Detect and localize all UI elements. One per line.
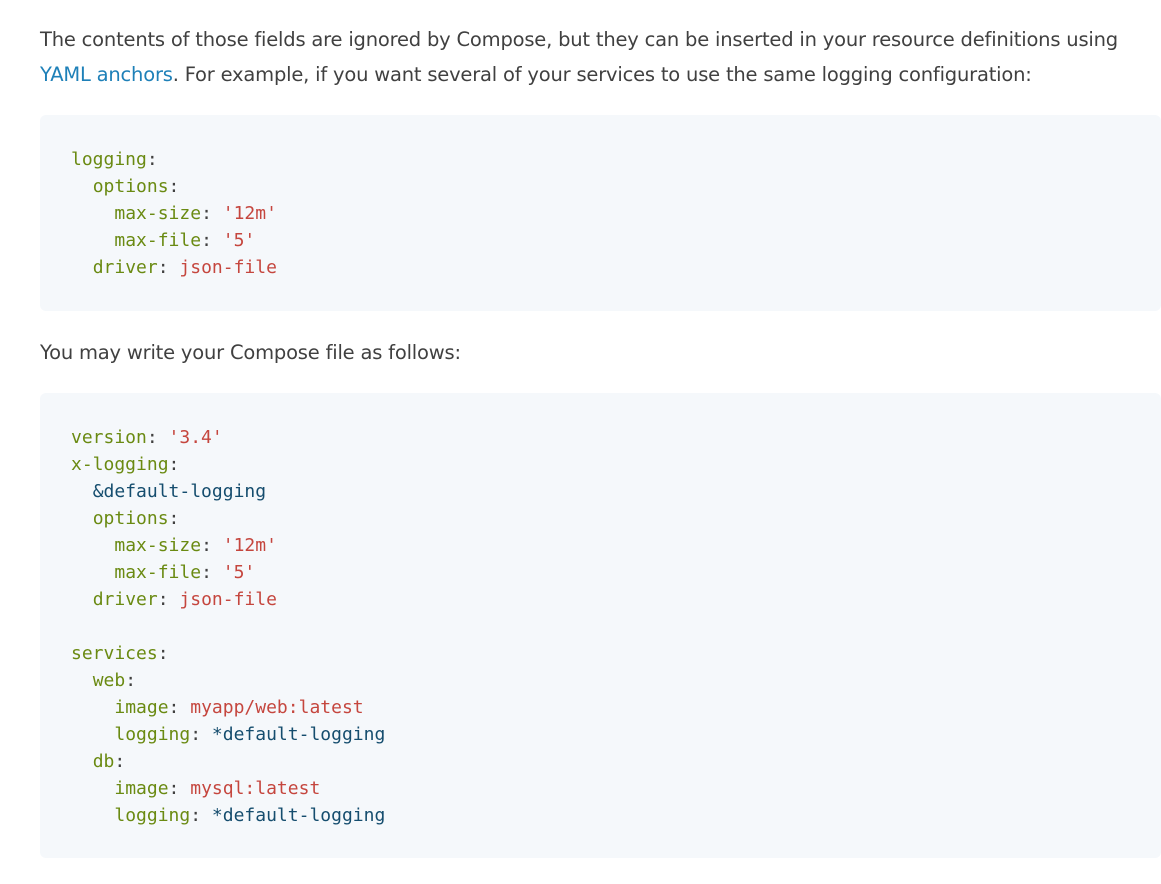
intro-paragraph: The contents of those fields are ignored… xyxy=(40,22,1150,92)
yaml-key: image xyxy=(114,697,169,718)
code-line: driver: json-file xyxy=(71,586,1161,613)
yaml-colon: : xyxy=(146,149,158,170)
yaml-colon: : xyxy=(201,535,223,556)
yaml-value: '12m' xyxy=(222,203,277,224)
code-line: db: xyxy=(71,748,1161,775)
yaml-colon: : xyxy=(157,257,180,278)
yaml-colon: : xyxy=(201,203,223,224)
yaml-colon: : xyxy=(157,643,169,664)
yaml-colon: : xyxy=(168,454,180,475)
yaml-key: max-file xyxy=(114,230,202,251)
code-line: &default-logging xyxy=(71,478,1161,505)
yaml-colon: : xyxy=(168,508,180,529)
yaml-anchors-link[interactable]: YAML anchors xyxy=(40,63,173,86)
yaml-value: *default-logging xyxy=(211,805,386,826)
yaml-colon: : xyxy=(190,724,212,745)
logging-config-code-block: logging: options: max-size: '12m' max-fi… xyxy=(40,115,1161,311)
intro-text-before-link: The contents of those fields are ignored… xyxy=(40,28,1118,51)
yaml-key: web xyxy=(92,670,126,691)
yaml-key: max-file xyxy=(114,562,202,583)
code-line: web: xyxy=(71,667,1161,694)
code-line: max-file: '5' xyxy=(71,227,1161,254)
yaml-key: max-size xyxy=(114,535,202,556)
code-line: max-size: '12m' xyxy=(71,532,1161,559)
yaml-value: &default-logging xyxy=(92,481,267,502)
yaml-colon: : xyxy=(201,562,223,583)
yaml-value: '12m' xyxy=(222,535,277,556)
yaml-value: mysql:latest xyxy=(190,778,321,799)
yaml-value: *default-logging xyxy=(211,724,386,745)
yaml-key: driver xyxy=(92,257,158,278)
yaml-value: '3.4' xyxy=(168,427,223,448)
yaml-colon: : xyxy=(168,778,191,799)
yaml-colon: : xyxy=(157,589,180,610)
yaml-value: json-file xyxy=(179,589,277,610)
intro-text-after-link: . For example, if you want several of yo… xyxy=(172,63,1032,86)
code-line: services: xyxy=(71,640,1161,667)
yaml-colon: : xyxy=(146,427,169,448)
yaml-value: '5' xyxy=(222,230,256,251)
yaml-key: driver xyxy=(92,589,158,610)
yaml-key: x-logging xyxy=(71,454,169,475)
yaml-colon: : xyxy=(168,176,180,197)
code-line: max-file: '5' xyxy=(71,559,1161,586)
code-line: image: myapp/web:latest xyxy=(71,694,1161,721)
compose-file-code-block: version: '3.4' x-logging: &default-loggin… xyxy=(40,393,1161,858)
code-line: options: xyxy=(71,173,1161,200)
code-line: logging: *default-logging xyxy=(71,721,1161,748)
yaml-key: logging xyxy=(114,724,191,745)
code-line: logging: *default-logging xyxy=(71,802,1161,829)
yaml-key: logging xyxy=(71,149,147,170)
code-line: max-size: '12m' xyxy=(71,200,1161,227)
yaml-value: myapp/web:latest xyxy=(190,697,364,718)
yaml-key: version xyxy=(71,427,147,448)
yaml-colon: : xyxy=(114,751,126,772)
yaml-key: logging xyxy=(114,805,191,826)
code-line: logging: xyxy=(71,146,1161,173)
yaml-value: json-file xyxy=(179,257,277,278)
compose-file-paragraph: You may write your Compose file as follo… xyxy=(40,341,461,364)
code-line: options: xyxy=(71,505,1161,532)
yaml-value: '5' xyxy=(222,562,256,583)
yaml-colon: : xyxy=(168,697,191,718)
yaml-key: max-size xyxy=(114,203,202,224)
yaml-colon: : xyxy=(201,230,223,251)
code-line: image: mysql:latest xyxy=(71,775,1161,802)
yaml-key: services xyxy=(71,643,158,664)
yaml-key: options xyxy=(92,176,169,197)
yaml-colon: : xyxy=(190,805,212,826)
code-line: x-logging: xyxy=(71,451,1161,478)
yaml-key: image xyxy=(114,778,169,799)
yaml-key: options xyxy=(92,508,169,529)
code-line: driver: json-file xyxy=(71,254,1161,281)
yaml-colon: : xyxy=(125,670,137,691)
code-line: version: '3.4' xyxy=(71,424,1161,451)
yaml-key: db xyxy=(92,751,115,772)
